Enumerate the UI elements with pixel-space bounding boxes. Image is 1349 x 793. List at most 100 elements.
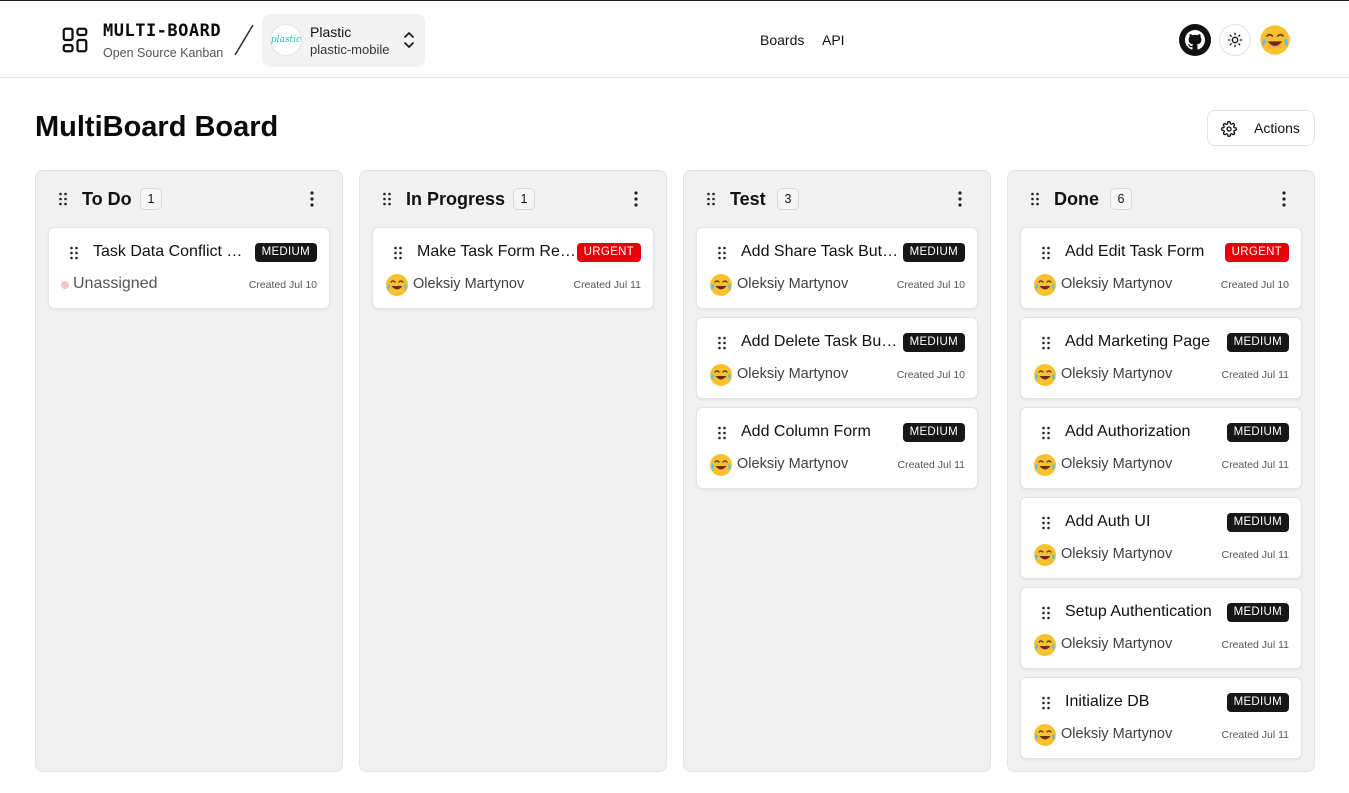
task-title: Add Edit Task Form [1065,243,1205,260]
grip-vertical-icon[interactable] [69,246,79,260]
task-title: Initialize DB [1065,693,1150,710]
created-date: Created Jul 10 [896,279,965,291]
task-title: Task Data Conflict Resolution [93,243,253,260]
org-name: Plastic [310,24,352,40]
column-in-progress: In Progress 1 Make Task Form ResponsiveURG… [359,170,667,772]
task-card[interactable]: Make Task Form ResponsiveURGENT Oleksiy M… [372,227,654,309]
column-count-badge: 1 [513,188,535,210]
assignee-name: Oleksiy Martynov [1061,546,1173,562]
assignee-name: Oleksiy Martynov [737,456,849,472]
gear-icon [1221,121,1237,137]
grip-vertical-icon[interactable] [717,336,727,350]
assignee-avatar-icon [1033,273,1057,297]
created-date: Created Jul 11 [1221,549,1289,561]
grip-vertical-icon[interactable] [393,246,403,260]
page-title: MultiBoard Board [35,111,279,143]
column-count-badge: 6 [1110,188,1132,210]
brand-name[interactable]: MULTI-BOARD [103,21,221,41]
card-list: Add Share Task Button MEDIUM Oleksiy Marty… [696,227,978,497]
task-title: Setup Authentication [1065,603,1212,620]
grip-vertical-icon[interactable] [717,246,727,260]
priority-badge: MEDIUM [1226,333,1289,352]
assignee-name: Unassigned [73,275,158,292]
column-header: Done 6 [1008,171,1314,227]
nav-boards-link[interactable]: Boards [760,32,804,48]
assignee-avatar-icon [1033,543,1057,567]
created-date: Created Jul 10 [896,369,965,381]
priority-badge: MEDIUM [1226,693,1289,712]
grip-vertical-icon[interactable] [1030,192,1040,206]
task-card[interactable]: Add Delete Task Button MEDIUM Oleksiy Mart… [696,317,978,399]
more-vertical-icon[interactable] [952,189,968,209]
task-card[interactable]: Add Marketing Page MEDIUM Oleksiy Martynov… [1020,317,1302,399]
assignee-avatar-icon [1033,633,1057,657]
assignee-avatar-icon [385,273,409,297]
priority-badge: URGENT [576,243,641,262]
grip-vertical-icon[interactable] [1041,426,1051,440]
created-date: Created Jul 11 [897,459,965,471]
more-vertical-icon[interactable] [628,189,644,209]
priority-badge: MEDIUM [902,423,965,442]
task-title: Make Task Form Responsive [417,243,577,260]
layout-dashboard-icon[interactable] [60,25,90,55]
grip-vertical-icon[interactable] [382,192,392,206]
laughing-emoji-icon [1260,25,1290,55]
grip-vertical-icon[interactable] [1041,336,1051,350]
task-card[interactable]: Add Auth UI MEDIUM Oleksiy Martynov Created… [1020,497,1302,579]
column-header: Test 3 [684,171,990,227]
priority-badge: MEDIUM [1226,603,1289,622]
assignee-name: Oleksiy Martynov [1061,276,1173,292]
column-done: Done 6 Add Edit Task Form URGENT Oleksiy Mar… [1007,170,1315,772]
grip-vertical-icon[interactable] [1041,246,1051,260]
task-title: Add Auth UI [1065,513,1151,530]
assignee-name: Oleksiy Martynov [737,276,849,292]
column-header: In Progress 1 [360,171,666,227]
assignee-name: Oleksiy Martynov [1061,726,1173,742]
column-count-badge: 1 [140,188,162,210]
created-date: Created Jul 11 [1221,639,1289,651]
grip-vertical-icon[interactable] [1041,696,1051,710]
column-title: Test [730,189,766,209]
column-to-do: To Do 1 Task Data Conflict ResolutionMEDIU… [35,170,343,772]
task-card[interactable]: Initialize DB MEDIUM Oleksiy Martynov Creat… [1020,677,1302,759]
theme-toggle-button[interactable] [1219,24,1251,56]
github-button[interactable] [1179,24,1211,56]
assignee-name: Oleksiy Martynov [737,366,849,382]
grip-vertical-icon[interactable] [717,426,727,440]
grip-vertical-icon[interactable] [1041,516,1051,530]
grip-vertical-icon[interactable] [1041,606,1051,620]
assignee-avatar-icon [1033,363,1057,387]
assignee-name: Oleksiy Martynov [1061,636,1173,652]
assignee-avatar-icon [1033,453,1057,477]
task-card[interactable]: Add Share Task Button MEDIUM Oleksiy Marty… [696,227,978,309]
actions-button[interactable]: Actions [1207,110,1315,146]
task-card[interactable]: Setup Authentication MEDIUM Oleksiy Martyn… [1020,587,1302,669]
unassigned-status-dot [61,281,69,289]
task-title: Add Marketing Page [1065,333,1210,350]
column-test: Test 3 Add Share Task Button MEDIUM Oleksiy … [683,170,991,772]
nav-api-link[interactable]: API [822,32,845,48]
card-list: Add Edit Task Form URGENT Oleksiy Martynov… [1020,227,1302,767]
card-list: Make Task Form ResponsiveURGENT Oleksiy M… [372,227,654,317]
grip-vertical-icon[interactable] [58,192,68,206]
org-switcher[interactable]: plastic Plastic plastic-mobile [262,14,425,67]
created-date: Created Jul 11 [1221,369,1289,381]
task-card[interactable]: Add Edit Task Form URGENT Oleksiy Martynov… [1020,227,1302,309]
assignee-avatar-icon [709,363,733,387]
sun-icon [1227,32,1243,48]
column-header: To Do 1 [36,171,342,227]
priority-badge: URGENT [1224,243,1289,262]
grip-vertical-icon[interactable] [706,192,716,206]
task-card[interactable]: Add Authorization MEDIUM Oleksiy Martynov C… [1020,407,1302,489]
actions-label: Actions [1254,120,1300,136]
org-avatar: plastic [270,24,302,56]
task-card[interactable]: Add Column Form MEDIUM Oleksiy Martynov Cre… [696,407,978,489]
user-avatar[interactable] [1259,24,1291,56]
task-card[interactable]: Task Data Conflict ResolutionMEDIUM Unass… [48,227,330,309]
more-vertical-icon[interactable] [304,189,320,209]
task-title: Add Share Task Button [741,243,901,260]
priority-badge: MEDIUM [254,243,317,262]
more-vertical-icon[interactable] [1276,189,1292,209]
assignee-avatar-icon [1033,723,1057,747]
priority-badge: MEDIUM [1226,513,1289,532]
